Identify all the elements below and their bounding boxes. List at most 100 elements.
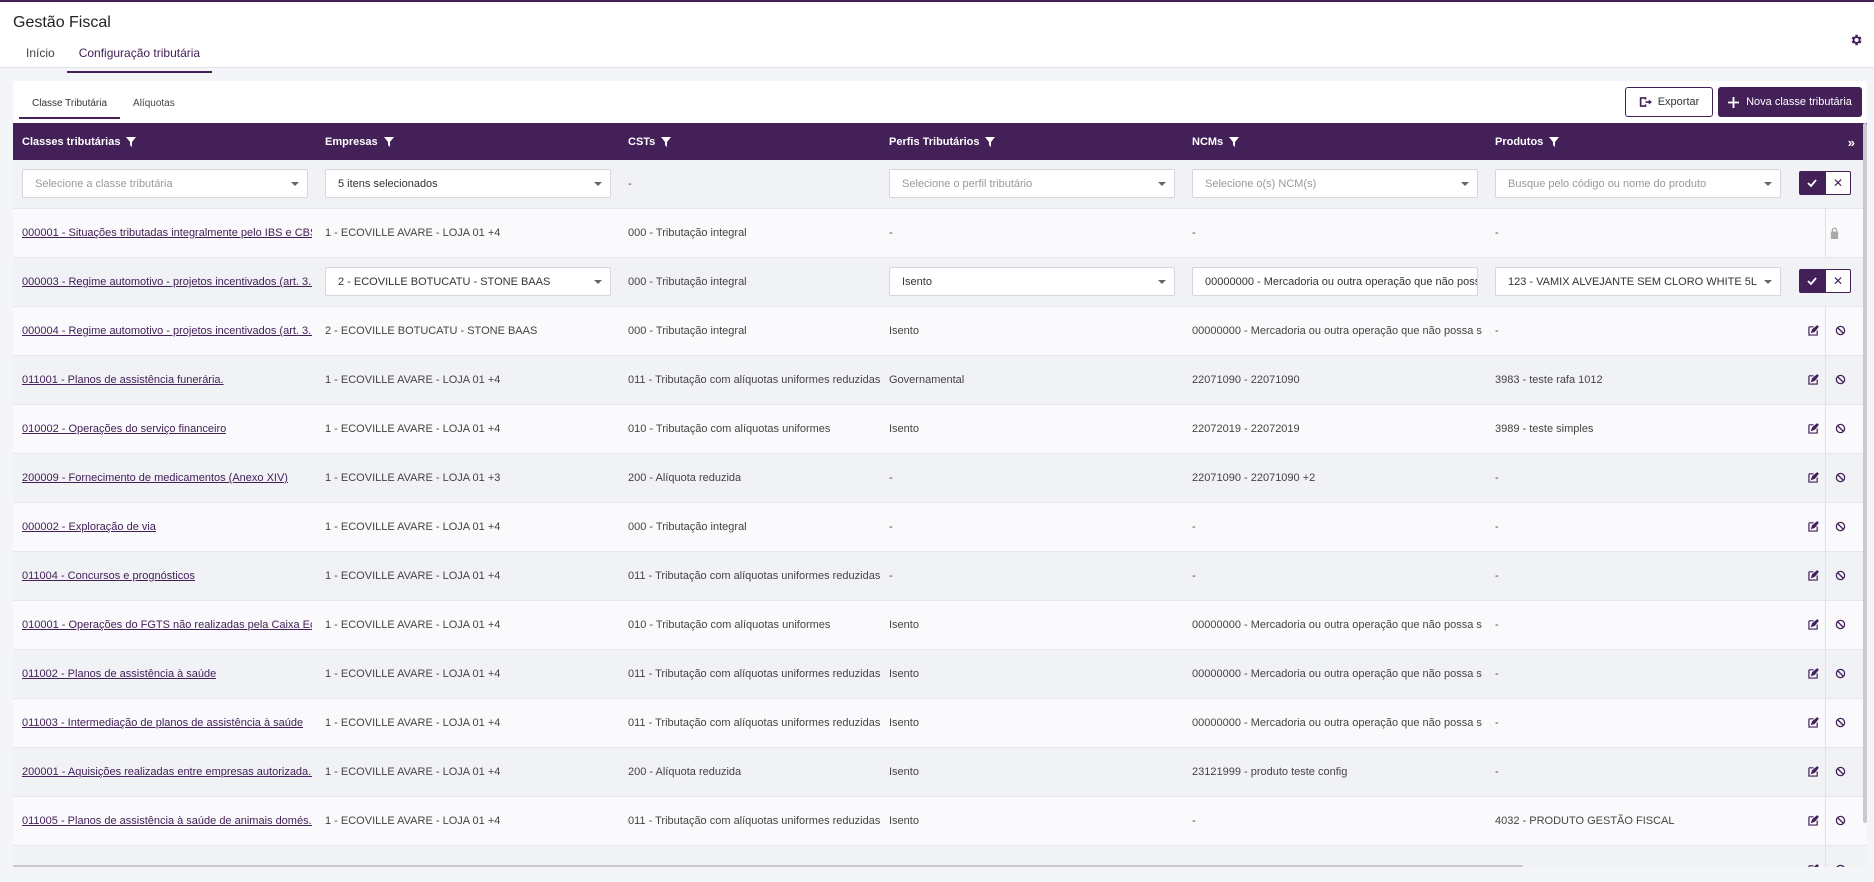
classe-cell[interactable]: 011004 - Concursos e prognósticos: [22, 552, 195, 600]
vertical-scrollbar[interactable]: [1863, 123, 1867, 823]
produto-filter-select[interactable]: Busque pelo código ou nome do produto: [1495, 169, 1781, 198]
edit-icon[interactable]: [1808, 374, 1819, 385]
col-classes-label: Classes tributárias: [22, 135, 121, 148]
classe-link[interactable]: 011002 - Planos de assistência à saúde: [22, 668, 216, 680]
new-class-button[interactable]: Nova classe tributária: [1718, 87, 1862, 117]
save-row-button[interactable]: [1799, 269, 1825, 293]
edit-icon[interactable]: [1808, 472, 1819, 483]
col-perfis[interactable]: Perfis Tributários: [889, 123, 996, 160]
classe-cell[interactable]: 000001 - Situações tributadas integralme…: [22, 209, 312, 257]
classe-cell[interactable]: 200009 - Fornecimento de medicamentos (A…: [22, 454, 288, 502]
produto-cell: -: [1495, 521, 1499, 533]
ncm-filter-select[interactable]: Selecione o(s) NCM(s): [1192, 169, 1478, 198]
tax-class-table: Classes tributárias Empresas CSTs Perfis…: [13, 123, 1867, 867]
col-perfis-label: Perfis Tributários: [889, 135, 980, 148]
classe-cell[interactable]: 000002 - Exploração de via: [22, 503, 156, 551]
filter-icon[interactable]: [383, 136, 394, 147]
filter-icon[interactable]: [661, 136, 672, 147]
classe-cell[interactable]: 010001 - Operações do FGTS não realizada…: [22, 601, 312, 649]
edit-icon[interactable]: [1808, 766, 1819, 777]
empresa-edit-select[interactable]: 2 - ECOVILLE BOTUCATU - STONE BAAS: [325, 267, 611, 296]
cst-cell: 200 - Alíquota reduzida: [628, 846, 741, 867]
classe-filter-select[interactable]: Selecione a classe tributária: [22, 169, 308, 198]
col-produtos[interactable]: Produtos: [1495, 123, 1560, 160]
edit-icon[interactable]: [1808, 619, 1819, 630]
empresas-filter-select[interactable]: 5 itens selecionados: [325, 169, 611, 198]
table-row: 010002 - Operações do serviço financeiro…: [13, 405, 1867, 454]
edit-icon[interactable]: [1808, 521, 1819, 532]
classe-link[interactable]: 010001 - Operações do FGTS não realizada…: [22, 619, 312, 631]
classe-cell[interactable]: 011001 - Planos de assistência funerária…: [22, 356, 224, 404]
edit-icon[interactable]: [1808, 864, 1819, 867]
classe-cell[interactable]: 200003 - Vendas de produtos destinados à…: [22, 846, 312, 867]
cancel-row-button[interactable]: ✕: [1825, 269, 1851, 293]
ban-icon[interactable]: [1835, 521, 1846, 532]
col-empresas[interactable]: Empresas: [325, 123, 394, 160]
ban-icon[interactable]: [1835, 668, 1846, 679]
tab-inicio[interactable]: Início: [14, 42, 67, 73]
ban-icon[interactable]: [1835, 766, 1846, 777]
ban-icon[interactable]: [1835, 325, 1846, 336]
col-classes[interactable]: Classes tributárias: [22, 123, 137, 160]
classe-cell[interactable]: 011002 - Planos de assistência à saúde: [22, 650, 216, 698]
edit-icon[interactable]: [1808, 668, 1819, 679]
tab-configuracao-tributaria[interactable]: Configuração tributária: [66, 42, 213, 73]
col-ncms[interactable]: NCMs: [1192, 123, 1240, 160]
classe-cell[interactable]: 011005 - Planos de assistência à saúde d…: [22, 797, 312, 845]
ban-icon[interactable]: [1835, 472, 1846, 483]
ban-icon[interactable]: [1835, 423, 1846, 434]
classe-link[interactable]: 010002 - Operações do serviço financeiro: [22, 423, 226, 435]
ban-icon[interactable]: [1835, 374, 1846, 385]
classe-cell[interactable]: 000003 - Regime automotivo - projetos in…: [22, 258, 312, 306]
filter-icon[interactable]: [126, 136, 137, 147]
expand-columns-icon[interactable]: »: [1848, 135, 1855, 150]
classe-cell[interactable]: 000004 - Regime automotivo - projetos in…: [22, 307, 312, 355]
apply-filter-button[interactable]: [1799, 171, 1825, 195]
classe-link[interactable]: 011003 - Intermediação de planos de assi…: [22, 717, 303, 729]
horizontal-scrollbar[interactable]: [13, 865, 1523, 867]
filter-icon[interactable]: [1549, 136, 1560, 147]
classe-link[interactable]: 000002 - Exploração de via: [22, 521, 156, 533]
classe-link[interactable]: 000004 - Regime automotivo - projetos in…: [22, 325, 312, 337]
col-csts[interactable]: CSTs: [628, 123, 672, 160]
check-icon: [1807, 179, 1817, 187]
export-button[interactable]: Exportar: [1625, 87, 1713, 117]
classe-link[interactable]: 011004 - Concursos e prognósticos: [22, 570, 195, 582]
empresa-cell: 1 - ECOVILLE AVARE - LOJA 01 +4: [325, 521, 501, 533]
perfil-filter-select[interactable]: Selecione o perfil tributário: [889, 169, 1175, 198]
edit-icon[interactable]: [1808, 815, 1819, 826]
close-icon: ✕: [1832, 274, 1844, 288]
classe-link[interactable]: 200001 - Aquisições realizadas entre emp…: [22, 766, 312, 778]
classe-link[interactable]: 200009 - Fornecimento de medicamentos (A…: [22, 472, 288, 484]
gear-icon[interactable]: [1849, 33, 1863, 47]
table-row: 010001 - Operações do FGTS não realizada…: [13, 601, 1867, 650]
edit-icon[interactable]: [1808, 570, 1819, 581]
edit-icon[interactable]: [1808, 423, 1819, 434]
classe-link[interactable]: 000001 - Situações tributadas integralme…: [22, 227, 312, 239]
lock-icon: [1830, 227, 1839, 239]
filter-icon[interactable]: [1229, 136, 1240, 147]
cst-cell: 200 - Alíquota reduzida: [628, 472, 742, 484]
ban-icon[interactable]: [1835, 815, 1846, 826]
classe-link[interactable]: 000003 - Regime automotivo - projetos in…: [22, 276, 312, 288]
clear-filter-button[interactable]: ✕: [1825, 171, 1851, 195]
edit-icon[interactable]: [1808, 717, 1819, 728]
edit-icon[interactable]: [1808, 325, 1819, 336]
ban-icon[interactable]: [1835, 864, 1846, 867]
tab-aliquotas[interactable]: Alíquotas: [120, 95, 188, 119]
perfil-edit-select[interactable]: Isento: [889, 267, 1175, 296]
ncm-edit-input[interactable]: 00000000 - Mercadoria ou outra operação …: [1192, 267, 1478, 296]
actions-cell: [1825, 601, 1867, 649]
classe-cell[interactable]: 011003 - Intermediação de planos de assi…: [22, 699, 303, 747]
ban-icon[interactable]: [1835, 717, 1846, 728]
empresa-cell: 1 - ECOVILLE AVARE - LOJA 01 +4: [325, 570, 501, 582]
produto-edit-select[interactable]: 123 - VAMIX ALVEJANTE SEM CLORO WHITE 5L: [1495, 267, 1781, 296]
ban-icon[interactable]: [1835, 619, 1846, 630]
classe-link[interactable]: 011005 - Planos de assistência à saúde d…: [22, 815, 312, 827]
filter-icon[interactable]: [985, 136, 996, 147]
classe-cell[interactable]: 010002 - Operações do serviço financeiro: [22, 405, 226, 453]
tab-classe-tributaria[interactable]: Classe Tributária: [19, 95, 121, 119]
ban-icon[interactable]: [1835, 570, 1846, 581]
classe-link[interactable]: 011001 - Planos de assistência funerária…: [22, 374, 224, 386]
classe-cell[interactable]: 200001 - Aquisições realizadas entre emp…: [22, 748, 312, 796]
